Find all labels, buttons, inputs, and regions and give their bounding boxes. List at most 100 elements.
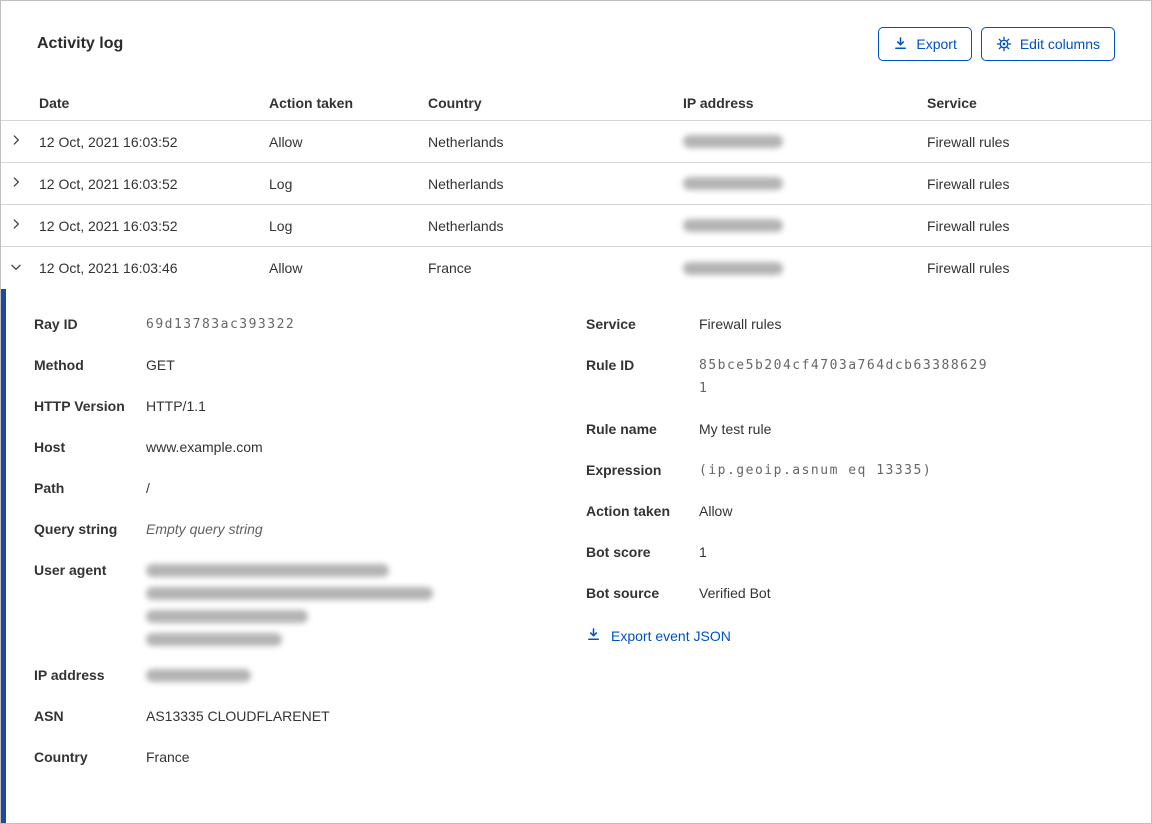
field-label: Rule name (586, 421, 657, 437)
redacted-ip (146, 669, 251, 682)
cell-service: Firewall rules (927, 175, 1010, 192)
cell-action-taken: Allow (269, 133, 303, 150)
download-icon (893, 36, 908, 51)
collapse-row-button[interactable] (1, 260, 39, 277)
detail-field-query-string: Query string Empty query string (34, 518, 586, 541)
export-button-label: Export (916, 35, 957, 52)
cell-date: 12 Oct, 2021 16:03:46 (39, 260, 178, 276)
cell-action-taken: Allow (269, 260, 303, 276)
redacted-user-agent-line (146, 587, 433, 600)
field-label: Action taken (586, 503, 671, 519)
redacted-ip (683, 135, 783, 148)
detail-field-service: Service Firewall rules (586, 313, 1151, 336)
detail-field-path: Path / (34, 477, 586, 500)
redacted-user-agent-line (146, 564, 389, 577)
column-header-action-taken: Action taken (269, 95, 354, 111)
activity-log-panel: Activity log Export Edit columns Date Ac… (0, 0, 1152, 824)
detail-field-action-taken: Action taken Allow (586, 500, 1151, 523)
cell-date: 12 Oct, 2021 16:03:52 (39, 217, 178, 234)
field-value: Empty query string (146, 521, 263, 537)
column-header-country: Country (428, 95, 482, 111)
field-value: AS13335 CLOUDFLARENET (146, 708, 330, 724)
field-value-redacted (146, 664, 251, 687)
detail-field-ip-address: IP address (34, 664, 586, 687)
table-row[interactable]: 12 Oct, 2021 16:03:46 Allow France Firew… (1, 247, 1151, 289)
gear-icon (996, 36, 1012, 52)
field-value: GET (146, 357, 175, 373)
field-value: Verified Bot (699, 585, 771, 601)
field-value: HTTP/1.1 (146, 398, 206, 414)
expand-row-button[interactable] (1, 217, 39, 234)
table-header-row: Date Action taken Country IP address Ser… (1, 86, 1151, 121)
cell-date: 12 Oct, 2021 16:03:52 (39, 133, 178, 150)
detail-field-rule-id: Rule ID 85bce5b204cf4703a764dcb633886291 (586, 354, 1151, 400)
detail-field-rule-name: Rule name My test rule (586, 418, 1151, 441)
field-value: Allow (699, 503, 733, 519)
export-event-json-link[interactable]: Export event JSON (586, 627, 731, 645)
chevron-right-icon[interactable] (9, 133, 23, 150)
field-value: / (146, 480, 150, 496)
cell-ip-address (683, 177, 927, 190)
field-label: Query string (34, 521, 118, 537)
field-value: (ip.geoip.asnum eq 13335) (699, 463, 933, 478)
redacted-ip (683, 177, 783, 190)
field-label: Method (34, 357, 84, 373)
field-label: ASN (34, 708, 64, 724)
cell-service: Firewall rules (927, 133, 1010, 150)
field-label: Bot score (586, 544, 651, 560)
cell-country: France (428, 260, 472, 276)
column-header-ip-address: IP address (683, 95, 754, 111)
field-value: France (146, 749, 190, 765)
cell-action-taken: Log (269, 217, 293, 234)
table-row[interactable]: 12 Oct, 2021 16:03:52 Allow Netherlands … (1, 121, 1151, 163)
edit-columns-button-label: Edit columns (1019, 35, 1100, 52)
field-value: 85bce5b204cf4703a764dcb633886291 (699, 358, 989, 396)
chevron-right-icon[interactable] (9, 217, 23, 234)
cell-country: Netherlands (428, 175, 504, 192)
cell-service: Firewall rules (927, 260, 1010, 276)
field-label: Country (34, 749, 88, 765)
detail-field-country: Country France (34, 746, 586, 769)
event-detail-left-column: Ray ID 69d13783ac393322 Method GET HTTP … (34, 313, 586, 823)
detail-field-http-version: HTTP Version HTTP/1.1 (34, 395, 586, 418)
chevron-down-icon[interactable] (9, 260, 23, 277)
field-label: Host (34, 439, 66, 455)
event-detail-panel: Ray ID 69d13783ac393322 Method GET HTTP … (1, 289, 1151, 823)
event-detail-right-column: Service Firewall rules Rule ID 85bce5b20… (586, 313, 1151, 823)
field-label: Ray ID (34, 316, 78, 332)
activity-log-header: Activity log Export Edit columns (1, 1, 1151, 86)
column-header-date: Date (39, 95, 70, 111)
detail-field-bot-score: Bot score 1 (586, 541, 1151, 564)
expand-row-button[interactable] (1, 175, 39, 192)
table-row[interactable]: 12 Oct, 2021 16:03:52 Log Netherlands Fi… (1, 205, 1151, 247)
field-value: www.example.com (146, 439, 263, 455)
page-title: Activity log (37, 34, 124, 52)
cell-date: 12 Oct, 2021 16:03:52 (39, 175, 178, 192)
field-value: My test rule (699, 421, 772, 437)
field-value-redacted (146, 559, 433, 646)
edit-columns-button[interactable]: Edit columns (980, 26, 1115, 61)
cell-service: Firewall rules (927, 217, 1010, 234)
redacted-ip (683, 261, 783, 275)
detail-field-bot-source: Bot source Verified Bot (586, 582, 1151, 605)
expand-row-button[interactable] (1, 133, 39, 150)
detail-field-method: Method GET (34, 354, 586, 377)
field-value: 1 (699, 544, 707, 560)
detail-field-asn: ASN AS13335 CLOUDFLARENET (34, 705, 586, 728)
cell-country: Netherlands (428, 133, 504, 150)
field-value: Firewall rules (699, 316, 782, 332)
export-button[interactable]: Export (878, 26, 972, 61)
column-header-service: Service (927, 95, 977, 111)
field-label: Rule ID (586, 357, 635, 373)
table-row[interactable]: 12 Oct, 2021 16:03:52 Log Netherlands Fi… (1, 163, 1151, 205)
field-label: Expression (586, 462, 662, 478)
field-label: IP address (34, 667, 105, 683)
detail-field-ray-id: Ray ID 69d13783ac393322 (34, 313, 586, 336)
cell-country: Netherlands (428, 217, 504, 234)
redacted-user-agent-line (146, 633, 282, 646)
cell-ip-address (683, 219, 927, 232)
chevron-right-icon[interactable] (9, 175, 23, 192)
redacted-ip (683, 219, 783, 232)
download-icon (586, 627, 601, 645)
field-label: Path (34, 480, 65, 496)
